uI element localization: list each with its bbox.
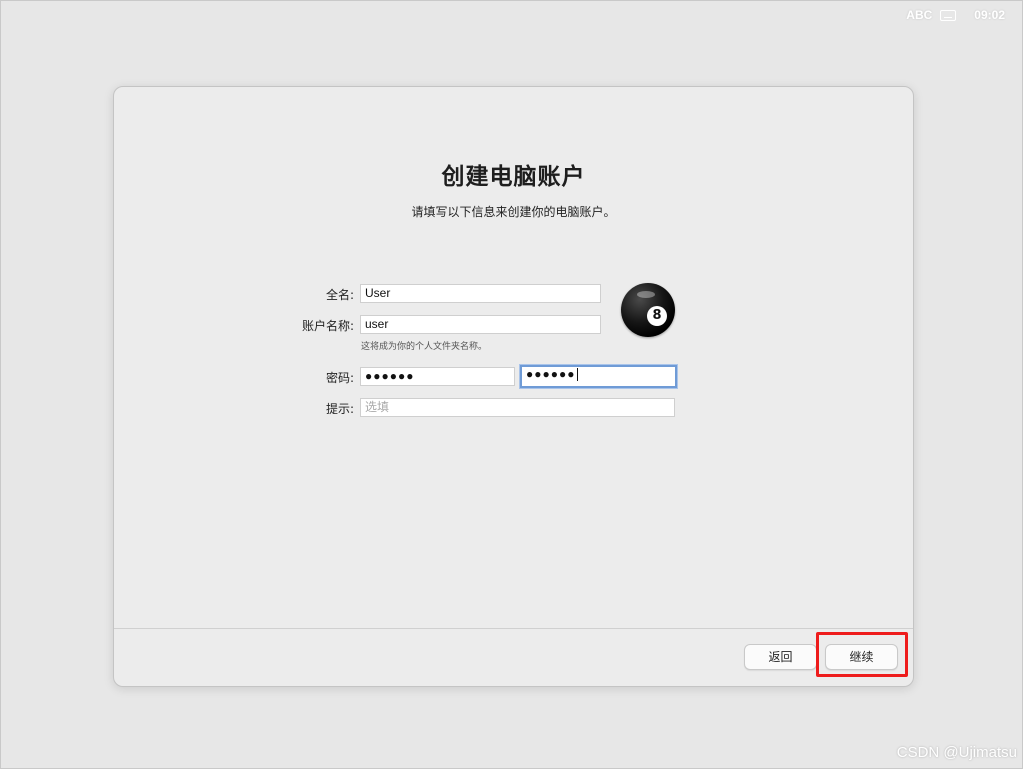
- watermark: CSDN @Ujimatsu: [896, 744, 1017, 761]
- menubar-status-area: ABC 09:02: [906, 8, 1005, 22]
- account-name-helper-text: 这将成为你的个人文件夹名称。: [361, 342, 488, 352]
- clock-time[interactable]: 09:02: [974, 8, 1005, 22]
- avatar-number: 8: [647, 306, 667, 326]
- verify-password-field[interactable]: ●●●●●●: [520, 365, 677, 388]
- account-name-label: 账户名称:: [301, 319, 354, 333]
- verify-password-value: ●●●●●●: [526, 367, 576, 381]
- page-subtitle: 请填写以下信息来创建你的电脑账户。: [411, 205, 616, 219]
- full-name-label: 全名:: [325, 288, 354, 302]
- page-title: 创建电脑账户: [441, 164, 586, 190]
- continue-highlight-annotation: [816, 632, 908, 677]
- password-label: 密码:: [325, 371, 354, 385]
- back-button[interactable]: 返回: [744, 644, 817, 670]
- avatar-shine: [637, 291, 655, 298]
- setup-assistant-panel: 创建电脑账户 请填写以下信息来创建你的电脑账户。 全名: User 账户名称: …: [113, 86, 914, 687]
- hint-field[interactable]: 选填: [360, 398, 675, 417]
- input-source-label[interactable]: ABC: [906, 8, 932, 22]
- keyboard-icon[interactable]: [940, 9, 957, 21]
- hint-label: 提示:: [325, 402, 354, 416]
- footer-divider: [114, 628, 913, 629]
- text-caret: [576, 368, 578, 382]
- eight-ball-icon[interactable]: 8: [621, 283, 675, 337]
- full-name-field[interactable]: User: [360, 284, 601, 303]
- account-name-field[interactable]: user: [360, 315, 601, 334]
- password-field[interactable]: ●●●●●●: [360, 367, 515, 386]
